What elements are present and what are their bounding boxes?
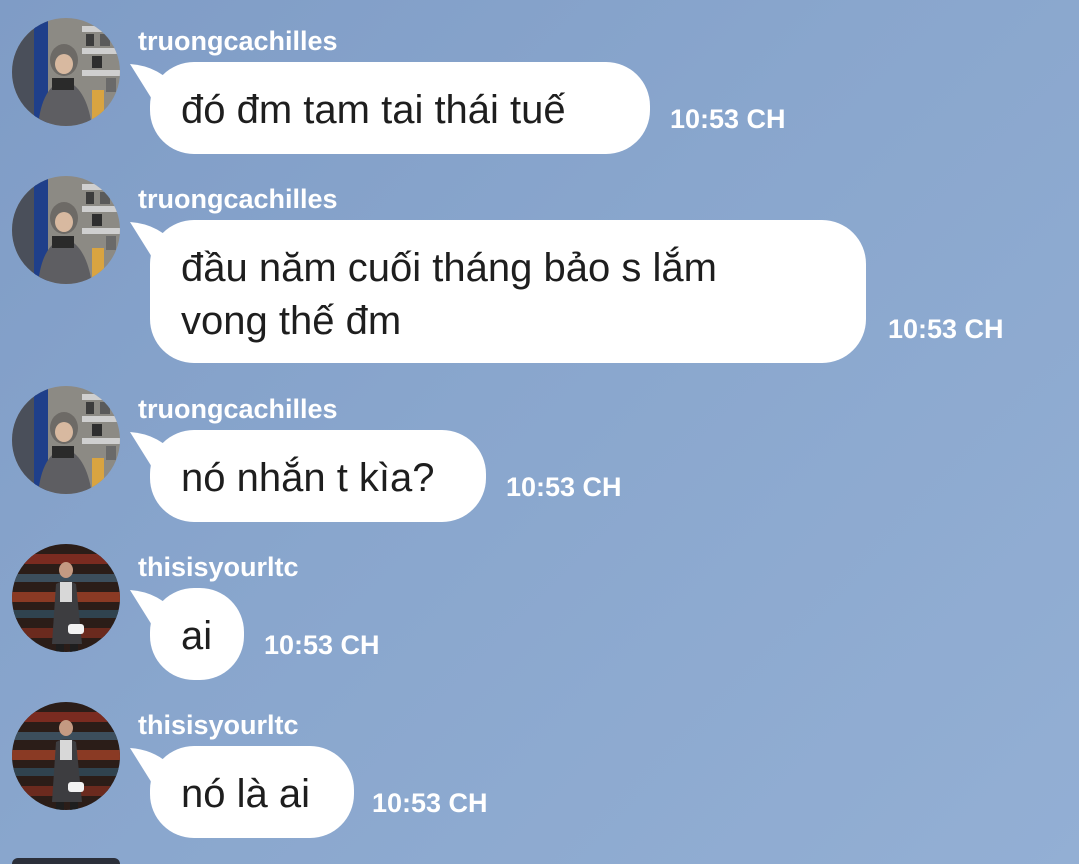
- message-bubble[interactable]: ai: [130, 588, 244, 680]
- chat-area[interactable]: truongcachilles đó đm tam tai thái tuế 1…: [0, 0, 1079, 864]
- message-time: 10:53 CH: [888, 314, 1004, 344]
- avatar[interactable]: [12, 702, 120, 810]
- message-bubble[interactable]: nó là ai: [130, 746, 354, 838]
- sender-name: truongcachilles: [138, 394, 338, 424]
- avatar[interactable]: [12, 176, 120, 284]
- message-text: nó là ai: [181, 772, 310, 816]
- message-time: 10:53 CH: [506, 472, 622, 502]
- message-text: đầu năm cuối tháng bảo s lắm vong thế đm: [181, 246, 717, 343]
- sender-name: truongcachilles: [138, 26, 338, 56]
- message-text: đó đm tam tai thái tuế: [181, 88, 566, 132]
- avatar[interactable]: [12, 18, 120, 126]
- avatar[interactable]: [12, 386, 120, 494]
- message-time: 10:53 CH: [372, 788, 488, 818]
- message-time: 10:53 CH: [264, 630, 380, 660]
- avatar[interactable]: [12, 858, 120, 864]
- message-text: nó nhắn t kìa?: [181, 456, 435, 500]
- sender-name: truongcachilles: [138, 184, 338, 214]
- avatar[interactable]: [12, 544, 120, 652]
- message-text: ai: [181, 614, 213, 658]
- message-bubble[interactable]: nó nhắn t kìa?: [130, 430, 486, 522]
- message-bubble[interactable]: đó đm tam tai thái tuế: [130, 62, 650, 154]
- message-time: 10:53 CH: [670, 104, 786, 134]
- message-bubble[interactable]: đầu năm cuối tháng bảo s lắm vong thế đm: [130, 220, 866, 363]
- sender-name: thisisyourltc: [138, 552, 299, 582]
- sender-name: thisisyourltc: [138, 710, 299, 740]
